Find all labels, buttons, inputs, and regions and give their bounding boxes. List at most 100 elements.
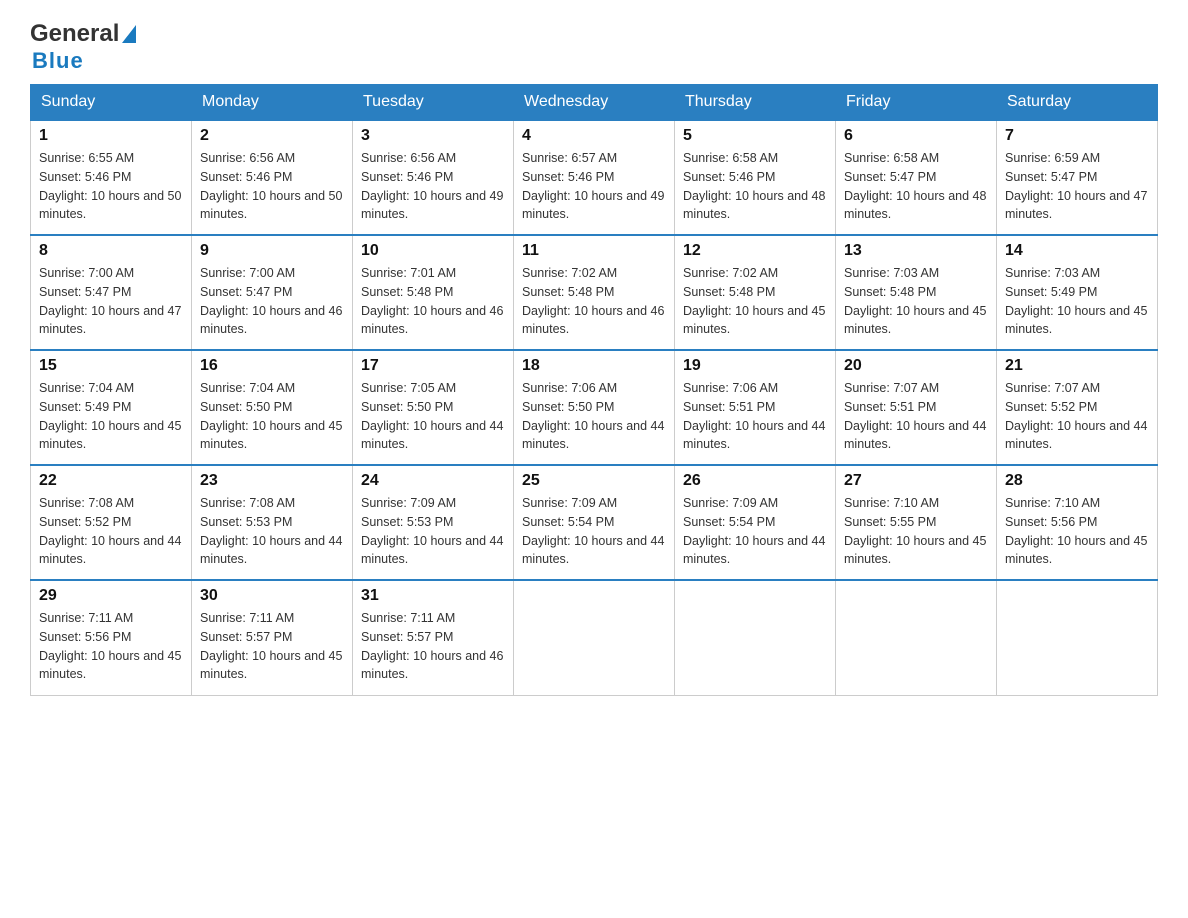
calendar-cell: 17 Sunrise: 7:05 AMSunset: 5:50 PMDayligh… [353,350,514,465]
day-info: Sunrise: 7:06 AMSunset: 5:51 PMDaylight:… [683,379,827,454]
day-number: 4 [522,127,666,145]
calendar-cell: 30 Sunrise: 7:11 AMSunset: 5:57 PMDayligh… [192,580,353,695]
day-info: Sunrise: 7:02 AMSunset: 5:48 PMDaylight:… [683,264,827,339]
day-number: 20 [844,357,988,375]
day-number: 3 [361,127,505,145]
calendar-table: SundayMondayTuesdayWednesdayThursdayFrid… [30,84,1158,696]
day-info: Sunrise: 7:10 AMSunset: 5:55 PMDaylight:… [844,494,988,569]
day-info: Sunrise: 6:57 AMSunset: 5:46 PMDaylight:… [522,149,666,224]
week-row-1: 1 Sunrise: 6:55 AMSunset: 5:46 PMDaylight… [31,120,1158,235]
day-number: 12 [683,242,827,260]
calendar-cell: 10Sunrise: 7:01 AMSunset: 5:48 PMDayligh… [353,235,514,350]
day-number: 9 [200,242,344,260]
calendar-cell: 6 Sunrise: 6:58 AMSunset: 5:47 PMDaylight… [836,120,997,235]
day-info: Sunrise: 6:55 AMSunset: 5:46 PMDaylight:… [39,149,183,224]
day-info: Sunrise: 7:09 AMSunset: 5:53 PMDaylight:… [361,494,505,569]
day-number: 21 [1005,357,1149,375]
day-info: Sunrise: 7:00 AMSunset: 5:47 PMDaylight:… [39,264,183,339]
day-number: 29 [39,587,183,605]
day-info: Sunrise: 7:00 AMSunset: 5:47 PMDaylight:… [200,264,344,339]
day-number: 23 [200,472,344,490]
day-info: Sunrise: 7:03 AMSunset: 5:49 PMDaylight:… [1005,264,1149,339]
weekday-header-wednesday: Wednesday [514,85,675,121]
day-number: 16 [200,357,344,375]
weekday-header-saturday: Saturday [997,85,1158,121]
calendar-cell: 5 Sunrise: 6:58 AMSunset: 5:46 PMDaylight… [675,120,836,235]
calendar-cell: 31 Sunrise: 7:11 AMSunset: 5:57 PMDayligh… [353,580,514,695]
weekday-header-tuesday: Tuesday [353,85,514,121]
calendar-cell: 18 Sunrise: 7:06 AMSunset: 5:50 PMDayligh… [514,350,675,465]
day-number: 8 [39,242,183,260]
calendar-cell: 1 Sunrise: 6:55 AMSunset: 5:46 PMDaylight… [31,120,192,235]
week-row-4: 22 Sunrise: 7:08 AMSunset: 5:52 PMDayligh… [31,465,1158,580]
day-number: 1 [39,127,183,145]
calendar-cell: 19 Sunrise: 7:06 AMSunset: 5:51 PMDayligh… [675,350,836,465]
calendar-cell [997,580,1158,695]
week-row-5: 29Sunrise: 7:11 AMSunset: 5:56 PMDayligh… [31,580,1158,695]
day-number: 19 [683,357,827,375]
day-info: Sunrise: 6:59 AMSunset: 5:47 PMDaylight:… [1005,149,1149,224]
day-info: Sunrise: 7:09 AMSunset: 5:54 PMDaylight:… [683,494,827,569]
calendar-cell: 26 Sunrise: 7:09 AMSunset: 5:54 PMDayligh… [675,465,836,580]
day-info: Sunrise: 7:04 AMSunset: 5:49 PMDaylight:… [39,379,183,454]
day-info: Sunrise: 7:02 AMSunset: 5:48 PMDaylight:… [522,264,666,339]
day-number: 28 [1005,472,1149,490]
day-number: 5 [683,127,827,145]
weekday-header-monday: Monday [192,85,353,121]
day-info: Sunrise: 7:03 AMSunset: 5:48 PMDaylight:… [844,264,988,339]
calendar-cell: 16Sunrise: 7:04 AMSunset: 5:50 PMDayligh… [192,350,353,465]
day-number: 26 [683,472,827,490]
week-row-3: 15 Sunrise: 7:04 AMSunset: 5:49 PMDayligh… [31,350,1158,465]
day-number: 6 [844,127,988,145]
calendar-cell: 11 Sunrise: 7:02 AMSunset: 5:48 PMDayligh… [514,235,675,350]
day-info: Sunrise: 7:08 AMSunset: 5:53 PMDaylight:… [200,494,344,569]
day-info: Sunrise: 7:11 AMSunset: 5:57 PMDaylight:… [200,609,344,684]
day-number: 2 [200,127,344,145]
day-info: Sunrise: 6:58 AMSunset: 5:46 PMDaylight:… [683,149,827,224]
weekday-header-thursday: Thursday [675,85,836,121]
calendar-cell: 3Sunrise: 6:56 AMSunset: 5:46 PMDaylight… [353,120,514,235]
day-info: Sunrise: 7:05 AMSunset: 5:50 PMDaylight:… [361,379,505,454]
day-info: Sunrise: 7:07 AMSunset: 5:51 PMDaylight:… [844,379,988,454]
calendar-cell: 24 Sunrise: 7:09 AMSunset: 5:53 PMDayligh… [353,465,514,580]
logo-blue-text: Blue [32,48,84,74]
day-info: Sunrise: 7:06 AMSunset: 5:50 PMDaylight:… [522,379,666,454]
day-number: 18 [522,357,666,375]
day-number: 11 [522,242,666,260]
day-number: 25 [522,472,666,490]
day-number: 15 [39,357,183,375]
calendar-cell [836,580,997,695]
day-number: 31 [361,587,505,605]
calendar-cell: 9 Sunrise: 7:00 AMSunset: 5:47 PMDaylight… [192,235,353,350]
weekday-header-row: SundayMondayTuesdayWednesdayThursdayFrid… [31,85,1158,121]
calendar-cell [514,580,675,695]
calendar-cell: 2Sunrise: 6:56 AMSunset: 5:46 PMDaylight… [192,120,353,235]
page-header: General Blue [30,20,1158,74]
calendar-cell: 28 Sunrise: 7:10 AMSunset: 5:56 PMDayligh… [997,465,1158,580]
week-row-2: 8 Sunrise: 7:00 AMSunset: 5:47 PMDaylight… [31,235,1158,350]
calendar-cell: 7 Sunrise: 6:59 AMSunset: 5:47 PMDaylight… [997,120,1158,235]
day-info: Sunrise: 7:09 AMSunset: 5:54 PMDaylight:… [522,494,666,569]
calendar-cell: 4 Sunrise: 6:57 AMSunset: 5:46 PMDaylight… [514,120,675,235]
day-number: 24 [361,472,505,490]
calendar-cell: 25 Sunrise: 7:09 AMSunset: 5:54 PMDayligh… [514,465,675,580]
day-number: 7 [1005,127,1149,145]
weekday-header-friday: Friday [836,85,997,121]
day-info: Sunrise: 7:10 AMSunset: 5:56 PMDaylight:… [1005,494,1149,569]
calendar-cell: 29Sunrise: 7:11 AMSunset: 5:56 PMDayligh… [31,580,192,695]
calendar-cell: 23 Sunrise: 7:08 AMSunset: 5:53 PMDayligh… [192,465,353,580]
day-info: Sunrise: 7:07 AMSunset: 5:52 PMDaylight:… [1005,379,1149,454]
calendar-cell: 20 Sunrise: 7:07 AMSunset: 5:51 PMDayligh… [836,350,997,465]
day-number: 22 [39,472,183,490]
day-info: Sunrise: 6:58 AMSunset: 5:47 PMDaylight:… [844,149,988,224]
day-number: 17 [361,357,505,375]
day-number: 14 [1005,242,1149,260]
calendar-cell: 14 Sunrise: 7:03 AMSunset: 5:49 PMDayligh… [997,235,1158,350]
logo: General Blue [30,20,136,74]
day-info: Sunrise: 7:08 AMSunset: 5:52 PMDaylight:… [39,494,183,569]
day-info: Sunrise: 7:01 AMSunset: 5:48 PMDaylight:… [361,264,505,339]
calendar-cell: 15 Sunrise: 7:04 AMSunset: 5:49 PMDayligh… [31,350,192,465]
day-number: 30 [200,587,344,605]
day-info: Sunrise: 7:11 AMSunset: 5:57 PMDaylight:… [361,609,505,684]
calendar-cell: 12 Sunrise: 7:02 AMSunset: 5:48 PMDayligh… [675,235,836,350]
